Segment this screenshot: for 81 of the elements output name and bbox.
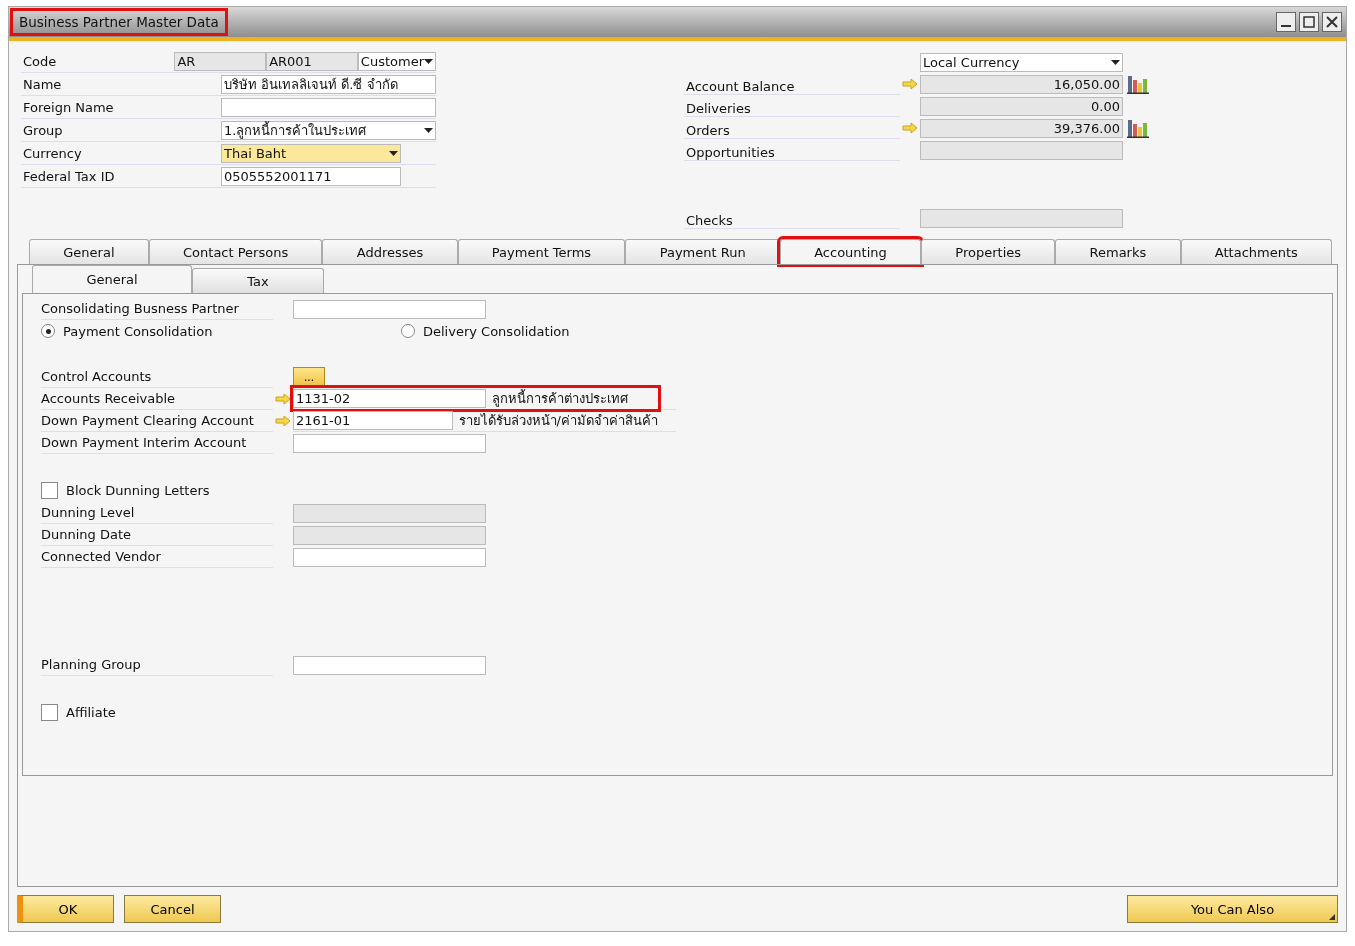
checkbox[interactable] xyxy=(41,481,58,499)
field-label: Currency xyxy=(22,146,83,161)
tab[interactable]: Addresses xyxy=(322,239,458,264)
close-icon xyxy=(1326,16,1338,28)
minimize-button[interactable] xyxy=(1276,12,1296,32)
field-label: Down Payment Clearing Account xyxy=(41,410,273,432)
maximize-button[interactable] xyxy=(1299,12,1319,32)
radio-label: Payment Consolidation xyxy=(63,323,213,339)
menu-button[interactable]: You Can Also xyxy=(1127,895,1338,923)
input-field[interactable] xyxy=(293,547,486,567)
tab[interactable]: Payment Run xyxy=(625,239,780,264)
code-field[interactable]: AR001 xyxy=(266,52,358,71)
checkbox-label: Block Dunning Letters xyxy=(66,482,210,498)
account-name: ลูกหนี้การค้าต่างประเทศ xyxy=(491,388,628,409)
caret-icon xyxy=(389,151,398,156)
tab[interactable]: General xyxy=(29,239,149,264)
checkbox[interactable] xyxy=(41,703,58,721)
minimize-icon xyxy=(1281,25,1291,27)
bar-chart-icon[interactable] xyxy=(1127,74,1149,94)
close-button[interactable] xyxy=(1322,12,1342,32)
field-label: Name xyxy=(22,77,63,92)
checkbox-label: Affiliate xyxy=(66,704,116,720)
field-label: Connected Vendor xyxy=(41,546,273,568)
type-dropdown[interactable]: Customer xyxy=(357,52,436,71)
field-label: Dunning Date xyxy=(41,524,273,546)
account-field[interactable]: 2161-01 xyxy=(293,411,453,430)
dropdown[interactable]: 1.ลูกหนี้การค้าในประเทศ xyxy=(221,121,436,140)
account-name: รายได้รับล่วงหน้า/ค่ามัดจำค่าสินค้า xyxy=(457,412,658,430)
field-label: Code xyxy=(22,54,58,69)
caret-icon xyxy=(1111,59,1120,65)
input-field[interactable] xyxy=(293,299,486,319)
tab[interactable]: Contact Persons xyxy=(148,239,323,264)
amount-field: 0.00 xyxy=(920,96,1123,116)
bar-chart-icon[interactable] xyxy=(1127,118,1149,138)
field-label: Dunning Level xyxy=(41,502,273,524)
arrow-icon[interactable] xyxy=(902,122,918,134)
tab[interactable]: Payment Terms xyxy=(457,239,626,264)
dialog-button[interactable]: Cancel xyxy=(124,895,221,923)
radio-button[interactable] xyxy=(41,324,55,338)
text-field[interactable]: 0505552001171 xyxy=(221,167,401,186)
field-label: Control Accounts xyxy=(41,366,273,388)
field-label: Planning Group xyxy=(41,654,273,676)
field-label: Checks xyxy=(684,207,900,229)
arrow-icon[interactable] xyxy=(902,78,918,90)
field-label: Down Payment Interim Account xyxy=(41,432,273,454)
caret-icon xyxy=(424,59,433,64)
window-title: Business Partner Master Data xyxy=(13,11,225,33)
tab[interactable]: Properties xyxy=(921,239,1056,264)
amount-field: 16,050.00 xyxy=(920,74,1123,94)
tab[interactable]: General xyxy=(32,265,192,293)
text-field[interactable]: บริษัท อินเทลลิเจนท์ ดี.ซี จำกัด xyxy=(221,75,436,94)
input-field[interactable] xyxy=(293,433,486,453)
tab[interactable]: Accounting xyxy=(779,239,922,264)
arrow-icon[interactable] xyxy=(275,393,291,405)
amount-field: 39,376.00 xyxy=(920,118,1123,138)
field-label: Federal Tax ID xyxy=(22,169,116,184)
caret-icon xyxy=(424,128,433,133)
field-label: Group xyxy=(22,123,64,138)
account-field[interactable]: 1131-02 xyxy=(293,389,486,408)
corner-icon xyxy=(1329,914,1335,920)
text-field[interactable] xyxy=(221,98,436,117)
tab[interactable]: Attachments xyxy=(1180,239,1333,264)
arrow-icon[interactable] xyxy=(275,415,291,427)
currency-dropdown[interactable]: Local Currency xyxy=(920,52,1123,72)
tab[interactable]: Remarks xyxy=(1055,239,1181,264)
maximize-icon xyxy=(1303,16,1315,28)
browse-button[interactable]: ... xyxy=(293,366,325,388)
field-label: Opportunities xyxy=(684,139,900,161)
field-label: Orders xyxy=(684,117,900,139)
code-prefix-field[interactable]: AR xyxy=(174,52,267,71)
input-field[interactable] xyxy=(293,655,486,675)
dropdown[interactable]: Thai Baht xyxy=(221,144,401,163)
field-label: Consolidating Busness Partner xyxy=(41,298,273,320)
field-label: Deliveries xyxy=(684,95,900,117)
field-label: Foreign Name xyxy=(22,100,115,115)
tab[interactable]: Tax xyxy=(192,268,324,293)
radio-button[interactable] xyxy=(401,324,415,338)
field-label: Accounts Receivable xyxy=(41,388,273,410)
dialog-button[interactable]: OK xyxy=(17,895,114,923)
radio-label: Delivery Consolidation xyxy=(423,323,570,339)
field-label: Account Balance xyxy=(684,73,900,95)
